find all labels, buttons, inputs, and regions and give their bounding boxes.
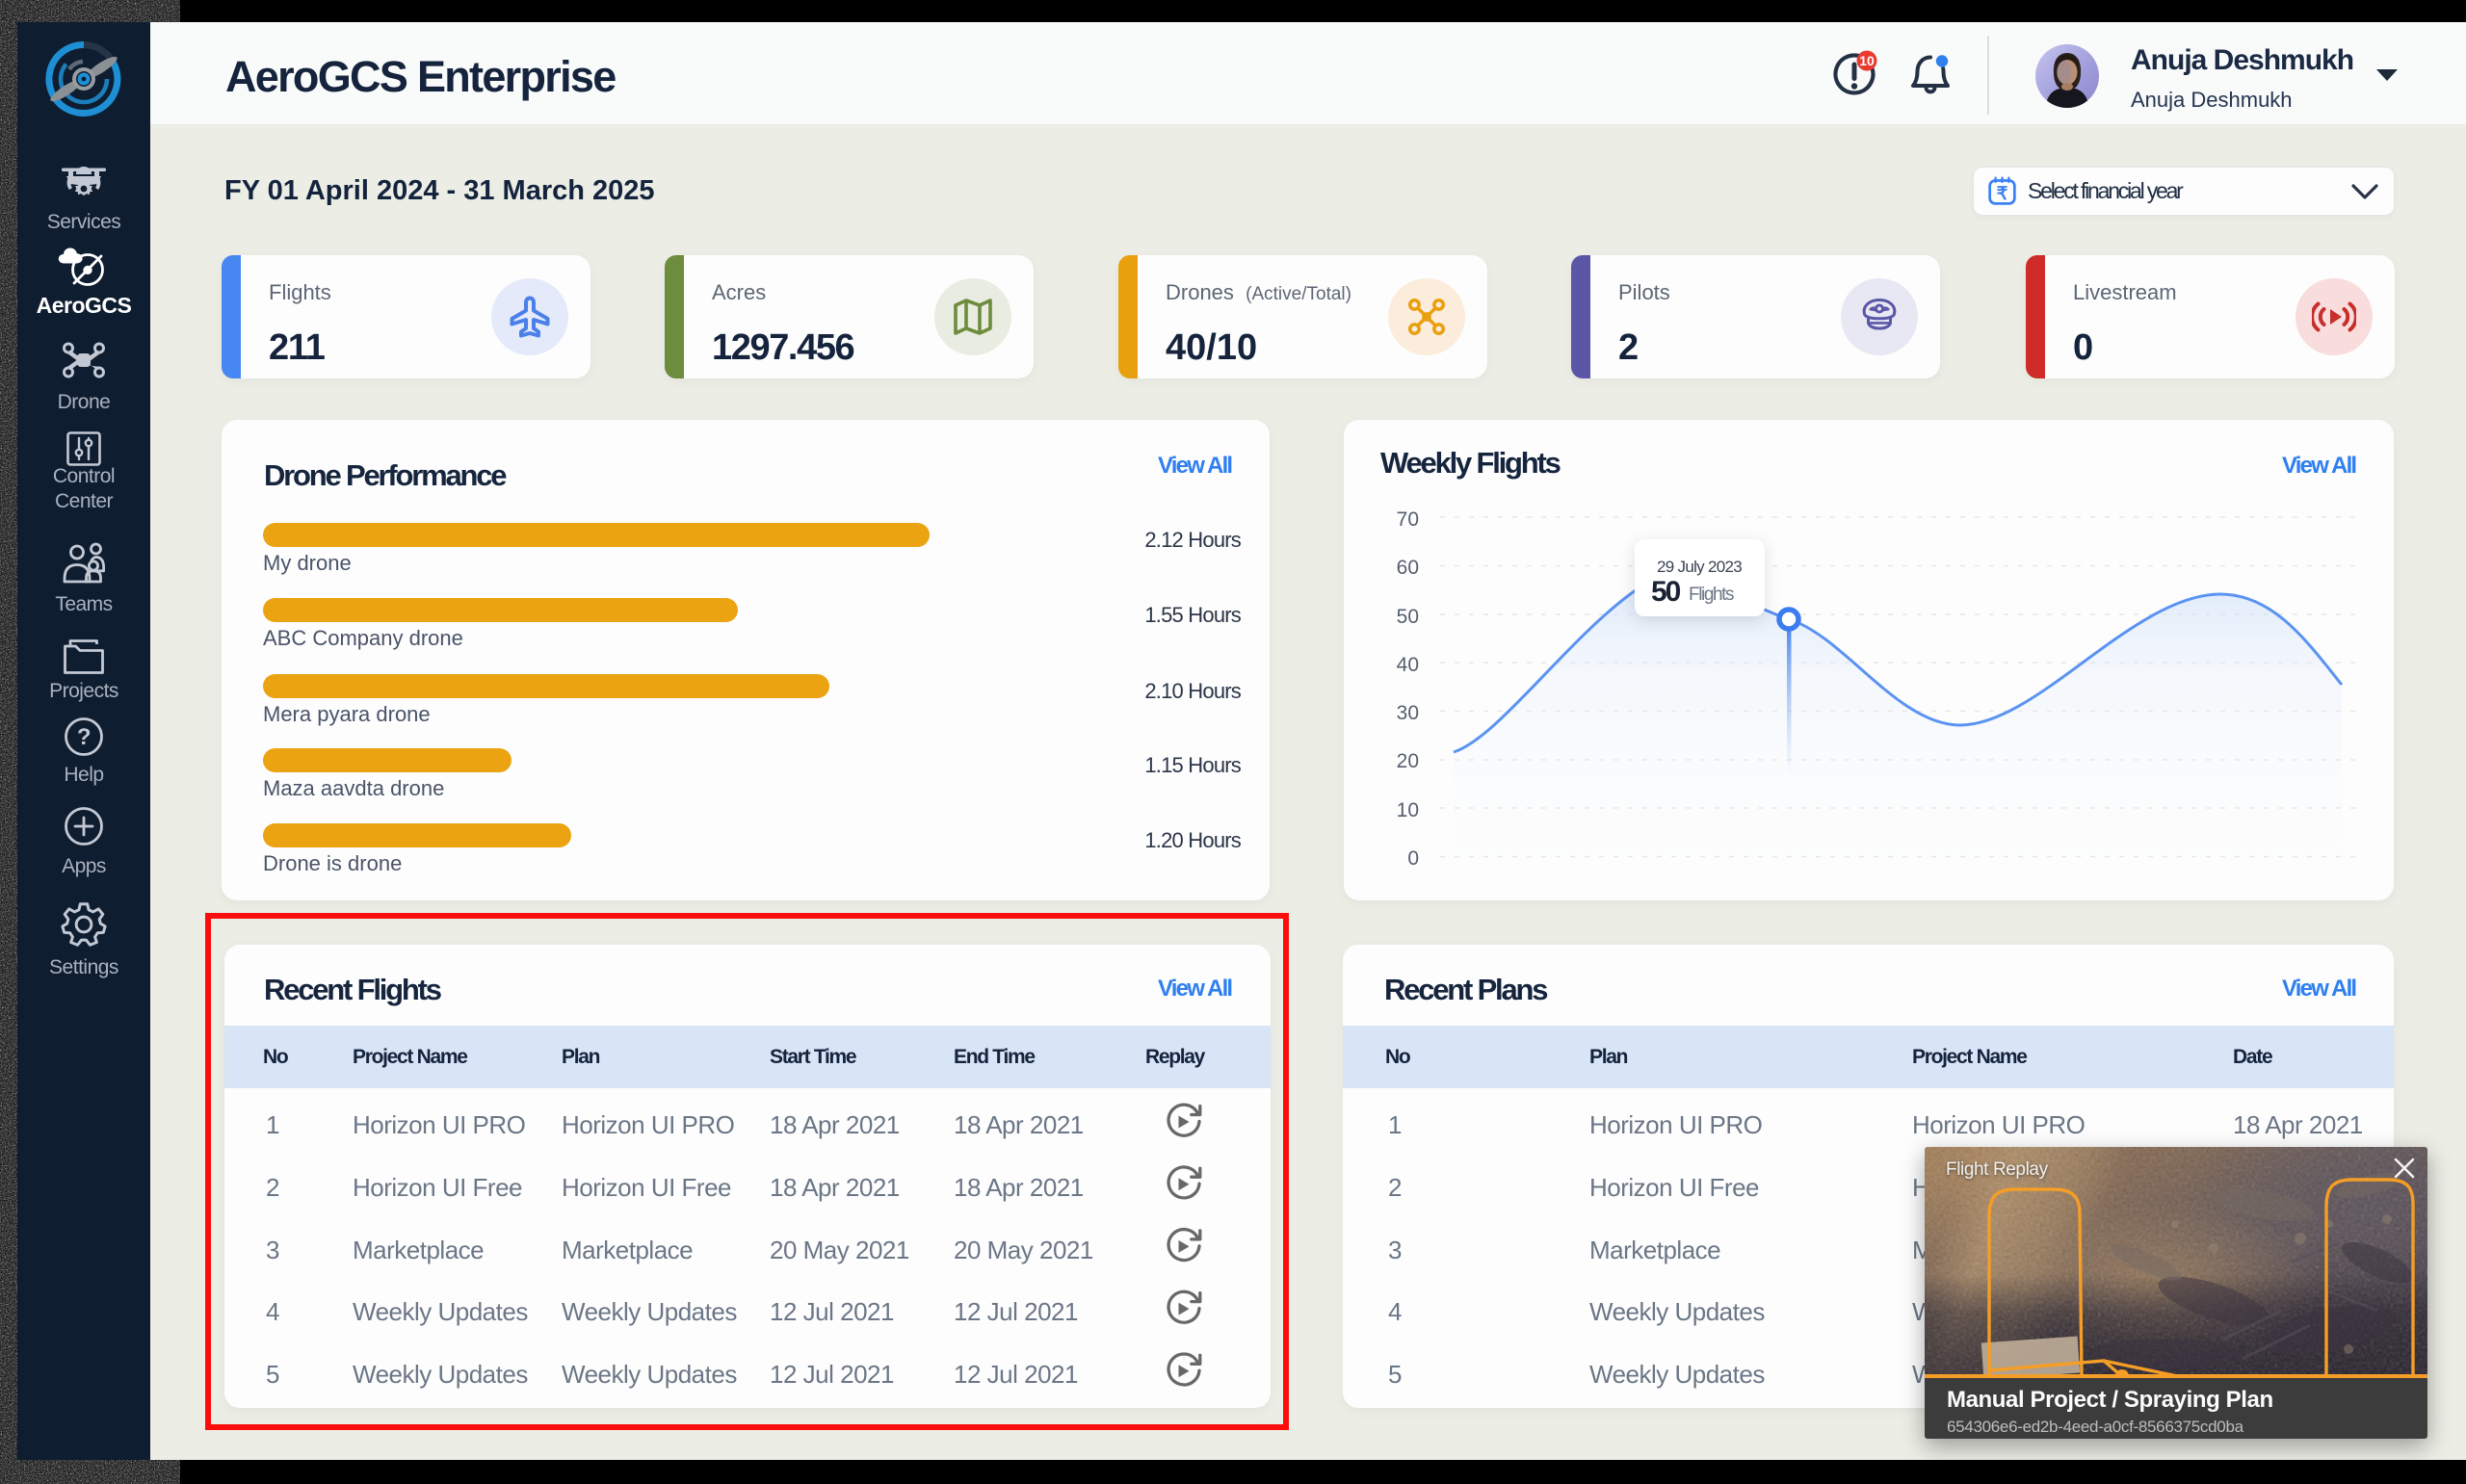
svg-text:10: 10 [1859,53,1875,68]
svg-text:40: 40 [1397,654,1419,676]
svg-text:Flights: Flights [1689,585,1734,605]
svg-text:?: ? [77,724,91,750]
svg-text:10: 10 [1397,799,1419,821]
svg-text:0: 0 [1407,847,1419,870]
svg-text:30: 30 [1397,702,1419,724]
svg-text:70: 70 [1397,508,1419,531]
svg-text:50: 50 [1397,606,1419,628]
svg-text:₹: ₹ [1997,183,2008,203]
svg-text:29 July 2023: 29 July 2023 [1657,558,1742,576]
svg-text:60: 60 [1397,557,1419,579]
svg-text:50: 50 [1651,576,1681,608]
svg-text:20: 20 [1397,750,1419,772]
